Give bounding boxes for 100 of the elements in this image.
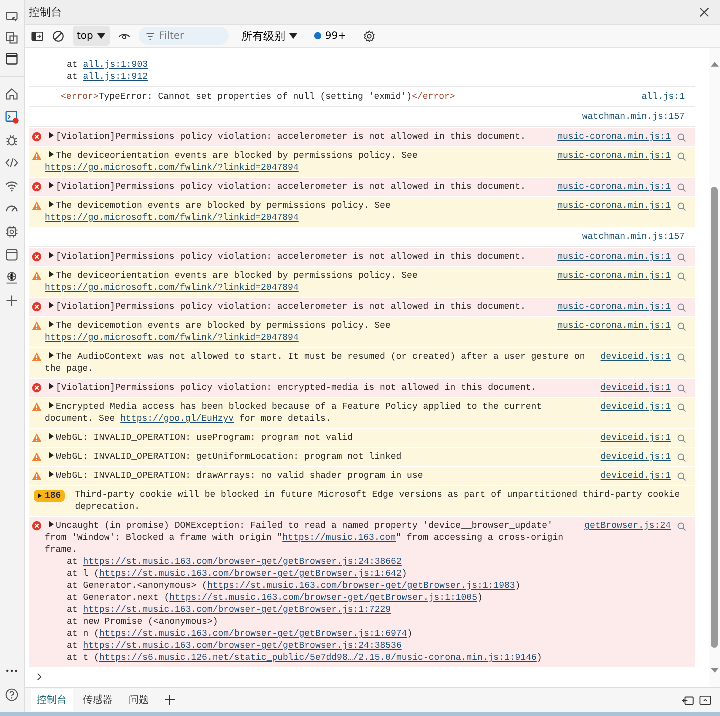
magnifier-icon[interactable] [677,272,687,282]
source-link[interactable]: all.js:1 [642,91,685,103]
bug-icon[interactable] [5,133,19,147]
magnifier-icon[interactable] [677,403,687,413]
expand-icon[interactable] [49,182,54,189]
magnifier-icon[interactable] [677,434,687,444]
source-link[interactable]: music-corona.min.js:1 [558,200,671,212]
link[interactable]: all.js:1:903 [83,60,148,70]
expand-icon[interactable] [49,132,54,139]
magnifier-icon[interactable] [677,453,687,463]
levels-dropdown[interactable]: 所有级别 [237,28,302,44]
link[interactable]: https://music.163.com [282,533,396,543]
chip-icon[interactable] [5,225,19,239]
code-icon[interactable] [5,156,19,170]
link[interactable]: https://st.music.163.com/browser-get/getBrowser.js:1:1983 [207,581,516,591]
magnifier-icon[interactable] [677,253,687,263]
source-link[interactable]: watchman.min.js:157 [582,231,685,243]
link[interactable]: https://st.music.163.com/browser-get/getBrowser.js:24:38536 [83,641,402,651]
wifi-icon[interactable] [5,179,19,193]
stack-line: at Generator.<anonymous> (https://st.music.163.com/browser-get/getBrowser.js:1:1983) [66,580,522,592]
expand-icon[interactable] [49,151,54,158]
issue-count-badge[interactable]: 186 [34,490,66,502]
magnifier-icon[interactable] [677,384,687,394]
expand-icon[interactable] [49,452,54,459]
sidebar-toggle-icon[interactable] [31,30,44,42]
help-icon[interactable] [5,688,19,702]
stack-line: at new Promise (<anonymous>) [66,616,220,628]
tab[interactable]: 问题 [123,689,155,711]
link[interactable]: https://go.microsoft.com/fwlink/?linkid=2047894 [45,213,299,223]
clear-icon[interactable] [52,30,65,42]
magnifier-icon[interactable] [677,522,687,532]
link[interactable]: https://st.music.163.com/browser-get/getBrowser.js:24:38662 [83,557,402,567]
close-icon[interactable] [699,6,710,18]
scroll-up-icon[interactable] [710,62,718,67]
copy-icon[interactable] [5,31,19,45]
expand-icon[interactable] [49,521,54,528]
plus-icon[interactable] [5,294,19,308]
link[interactable]: https://st.music.163.com/browser-get/getBrowser.js:1:6974 [99,629,408,639]
source-link[interactable]: watchman.min.js:157 [582,111,685,123]
link[interactable]: https://go.microsoft.com/fwlink/?linkid=2047894 [45,163,299,173]
prompt-icon[interactable] [37,673,42,681]
settings-icon[interactable] [362,30,376,42]
caret-icon [97,32,106,40]
home-icon[interactable] [5,87,19,101]
source-link[interactable]: deviceid.js:1 [600,351,671,363]
magnifier-icon[interactable] [677,183,687,193]
source-link[interactable]: deviceid.js:1 [600,382,671,394]
link[interactable]: https://st.music.163.com/browser-get/getBrowser.js:1:1005 [170,593,478,603]
source-link[interactable]: deviceid.js:1 [600,451,671,463]
source-link[interactable]: deviceid.js:1 [600,401,671,413]
link[interactable]: https://go.microsoft.com/fwlink/?linkid=2047894 [45,333,299,343]
source-link[interactable]: music-corona.min.js:1 [558,181,671,193]
source-link[interactable]: music-corona.min.js:1 [558,320,671,332]
source-link[interactable]: music-corona.min.js:1 [558,131,671,143]
magnifier-icon[interactable] [677,152,687,162]
link[interactable]: https://goo.gl/EuHzyv [120,414,234,424]
magnifier-icon[interactable] [677,303,687,313]
source-link[interactable]: getBrowser.js:24 [584,520,671,532]
error-icon [32,302,42,312]
source-link[interactable]: deviceid.js:1 [600,432,671,444]
link[interactable]: https://st.music.163.com/browser-get/getBrowser.js:1:642 [99,569,402,579]
plus-icon[interactable] [165,695,175,705]
link[interactable]: https://st.music.163.com/browser-get/getBrowser.js:1:7229 [83,605,392,615]
link[interactable]: https://go.microsoft.com/fwlink/?linkid=2047894 [45,283,299,293]
expand-icon[interactable] [49,433,54,440]
expand-icon[interactable] [49,352,54,359]
message-count-button[interactable]: 99+ [310,30,354,42]
source-link[interactable]: music-corona.min.js:1 [558,270,671,282]
expand-icon[interactable] [49,271,54,278]
expand-icon[interactable] [49,321,54,328]
source-link[interactable]: music-corona.min.js:1 [558,150,671,162]
magnifier-icon[interactable] [677,202,687,212]
expand-icon[interactable] [49,383,54,390]
expand-icon[interactable] [49,402,54,409]
tab[interactable]: 控制台 [31,689,73,711]
device-icon[interactable] [5,10,19,24]
window-icon[interactable] [5,248,19,262]
source-link[interactable]: deviceid.js:1 [600,470,671,482]
magnifier-icon[interactable] [677,353,687,363]
source-link[interactable]: music-corona.min.js:1 [558,251,671,263]
link[interactable]: all.js:1:912 [83,72,148,82]
source-link[interactable]: music-corona.min.js:1 [558,301,671,313]
link[interactable]: https://s6.music.126.net/static_public/5e7dd98…/2.15.0/music-corona.min.js:1:9146 [99,653,537,663]
magnifier-icon[interactable] [677,133,687,143]
magnifier-icon[interactable] [677,322,687,332]
magnifier-icon[interactable] [677,472,687,482]
scroll-down-icon[interactable] [710,668,718,673]
drawer-icon[interactable] [699,694,712,706]
expand-icon[interactable] [49,471,54,478]
expand-icon[interactable] [49,302,54,309]
console-icon[interactable] [5,110,19,124]
expand-icon[interactable] [49,252,54,259]
message-text: Encrypted Media access has been blocked because of a Feature Policy applied to the current document. See https://goo.gl/EuHzyv for more details. [45,402,542,424]
window-icon[interactable] [5,52,19,66]
filter-field[interactable]: Filter [139,27,230,45]
tab[interactable]: 传感器 [77,689,119,711]
globe-icon[interactable] [5,271,19,285]
context-dropdown[interactable]: top [73,26,110,46]
expand-icon[interactable] [49,201,54,208]
stack-line: at n (https://st.music.163.com/browser-get/getBrowser.js:1:6974) [66,628,414,640]
